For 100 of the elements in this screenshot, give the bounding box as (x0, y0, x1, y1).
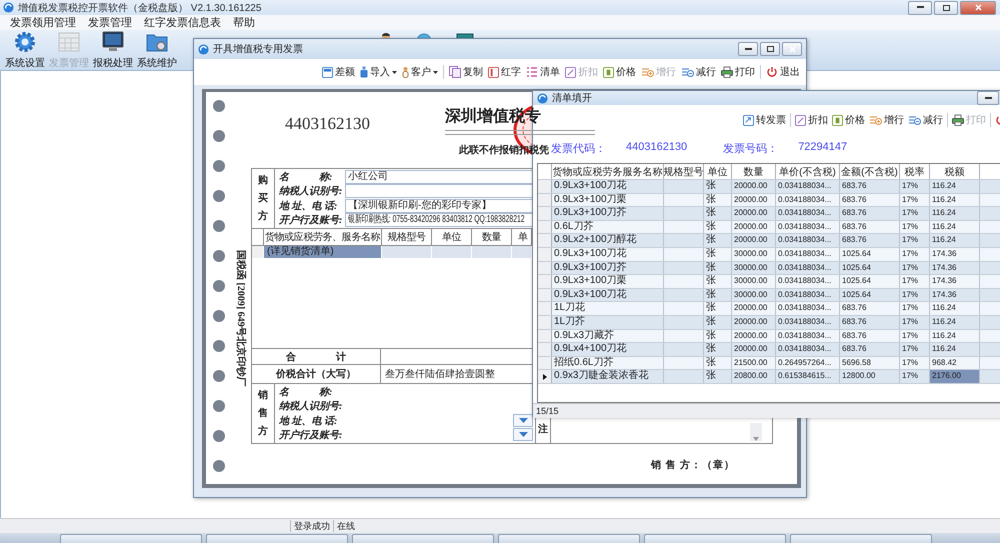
toolbar-button[interactable]: 系统设置 (4, 30, 46, 70)
column-header[interactable]: 单价(不含税) (776, 164, 840, 179)
toolbar-button[interactable]: 减行 (908, 113, 943, 127)
dropdown-button[interactable] (513, 428, 533, 442)
table-cell[interactable]: 174.36 (930, 288, 980, 302)
table-cell[interactable]: 20000.00 (732, 194, 776, 206)
table-cell[interactable]: 0.034188034... (776, 302, 840, 315)
table-cell[interactable]: 张 (704, 180, 732, 193)
table-cell[interactable]: 116.24 (930, 220, 980, 234)
table-cell[interactable]: 20000.00 (732, 220, 776, 234)
menu-item[interactable]: 发票管理 (82, 15, 138, 30)
table-cell[interactable]: 招纸0.6L刀芥 (552, 356, 664, 370)
table-cell[interactable]: 0.264957264... (776, 356, 840, 370)
toolbar-button[interactable]: 打印 (721, 65, 755, 79)
table-cell[interactable]: 0.9Lx3+100刀栗 (552, 194, 664, 206)
table-cell[interactable]: 张 (704, 220, 732, 234)
table-cell[interactable]: 30000.00 (732, 275, 776, 288)
table-cell[interactable]: 20800.00 (732, 370, 776, 383)
toolbar-button[interactable]: 转发票 (743, 113, 786, 127)
table-cell[interactable]: 20000.00 (732, 330, 776, 342)
column-header[interactable]: 金额(不含税) (840, 164, 900, 179)
menu-item[interactable]: 帮助 (227, 15, 261, 30)
table-cell[interactable]: 1025.64 (840, 288, 900, 302)
table-cell[interactable]: 0.9Lx3+100刀花 (552, 248, 664, 261)
table-cell[interactable]: 683.76 (840, 180, 900, 193)
table-cell[interactable]: 张 (704, 356, 732, 370)
table-cell[interactable]: 0.034188034... (776, 288, 840, 302)
maximize-button[interactable] (760, 42, 780, 56)
table-cell[interactable]: 张 (704, 262, 732, 274)
table-cell[interactable]: 20000.00 (732, 302, 776, 315)
column-header[interactable]: 单位 (704, 164, 732, 179)
table-cell[interactable]: 0.9Lx3+100刀花 (552, 180, 664, 193)
table-cell[interactable]: 30000.00 (732, 288, 776, 302)
table-cell[interactable]: 116.24 (930, 207, 980, 220)
toolbar-button[interactable]: 差额 (322, 65, 355, 79)
table-cell[interactable]: 0.034188034... (776, 180, 840, 193)
table-cell[interactable]: 0.034188034... (776, 194, 840, 206)
table-cell[interactable]: 0.034188034... (776, 275, 840, 288)
table-cell[interactable]: 116.24 (930, 316, 980, 329)
table-cell[interactable]: 683.76 (840, 220, 900, 234)
table-cell[interactable]: 20000.00 (732, 316, 776, 329)
table-cell[interactable]: 17% (900, 234, 930, 247)
taskbar-button[interactable] (60, 534, 202, 543)
toolbar-button[interactable]: 增行 (869, 113, 904, 127)
taskbar-button[interactable] (790, 534, 932, 543)
table-cell[interactable]: 116.24 (930, 234, 980, 247)
minimize-button[interactable] (908, 0, 932, 14)
table-cell[interactable]: 683.76 (840, 330, 900, 342)
table-cell[interactable]: 0.034188034... (776, 248, 840, 261)
table-cell[interactable]: 0.034188034... (776, 316, 840, 329)
dropdown-button[interactable] (513, 414, 533, 428)
table-cell[interactable]: 20000.00 (732, 180, 776, 193)
table-cell[interactable]: 17% (900, 288, 930, 302)
table-cell[interactable]: 0.034188034... (776, 262, 840, 274)
taskbar-button[interactable] (206, 534, 348, 543)
maximize-button[interactable] (934, 0, 958, 14)
column-header[interactable]: 货物或应税劳务服务名称 (552, 164, 664, 179)
taskbar-button[interactable] (644, 534, 786, 543)
table-cell[interactable]: 116.24 (930, 194, 980, 206)
table-cell[interactable]: 张 (704, 207, 732, 220)
table-cell[interactable]: 116.24 (930, 343, 980, 356)
table-cell[interactable]: 17% (900, 220, 930, 234)
table-cell[interactable]: 20000.00 (732, 207, 776, 220)
table-cell[interactable]: 0.615384615... (776, 370, 840, 383)
toolbar-button[interactable]: 退出 (766, 65, 800, 79)
menu-item[interactable]: 发票领用管理 (4, 15, 82, 30)
column-header[interactable]: 数量 (732, 164, 776, 179)
table-cell[interactable]: 17% (900, 207, 930, 220)
table-cell[interactable]: 1L刀花 (552, 302, 664, 315)
table-cell[interactable]: 17% (900, 316, 930, 329)
table-cell[interactable]: 张 (704, 370, 732, 383)
table-cell[interactable]: 116.24 (930, 330, 980, 342)
taskbar-button[interactable] (352, 534, 494, 543)
table-cell[interactable]: 0.9Lx4+100刀花 (552, 343, 664, 356)
table-cell[interactable]: 968.42 (930, 356, 980, 370)
table-cell[interactable]: 30000.00 (732, 262, 776, 274)
table-cell[interactable]: 0.034188034... (776, 220, 840, 234)
toolbar-button[interactable]: 导入 (360, 65, 397, 79)
column-header[interactable]: 税率 (900, 164, 930, 179)
table-cell[interactable]: 0.9Lx3+100刀花 (552, 288, 664, 302)
table-cell[interactable]: 0.9Lx2+100刀醇花 (552, 234, 664, 247)
table-cell[interactable]: 张 (704, 275, 732, 288)
taskbar-button[interactable] (498, 534, 640, 543)
table-cell[interactable]: 0.034188034... (776, 234, 840, 247)
column-header[interactable]: 税额 (930, 164, 980, 179)
row-header[interactable] (538, 370, 552, 383)
input-field[interactable]: 小红公司 (345, 170, 535, 184)
table-cell[interactable]: 17% (900, 330, 930, 342)
table-cell[interactable]: 0.6L刀芥 (552, 220, 664, 234)
toolbar-button[interactable]: 系统维护 (136, 30, 178, 70)
table-cell[interactable]: 174.36 (930, 275, 980, 288)
table-cell[interactable]: 0.9Lx3+100刀栗 (552, 275, 664, 288)
table-cell[interactable]: 张 (704, 343, 732, 356)
table-cell[interactable]: 17% (900, 180, 930, 193)
toolbar-button[interactable]: 客户 (402, 65, 438, 79)
table-cell[interactable]: 张 (704, 302, 732, 315)
table-cell[interactable]: 17% (900, 194, 930, 206)
table-cell[interactable]: 0.034188034... (776, 330, 840, 342)
toolbar-button[interactable]: 减行 (681, 65, 716, 79)
toolbar-button[interactable]: 价格 (603, 65, 636, 79)
